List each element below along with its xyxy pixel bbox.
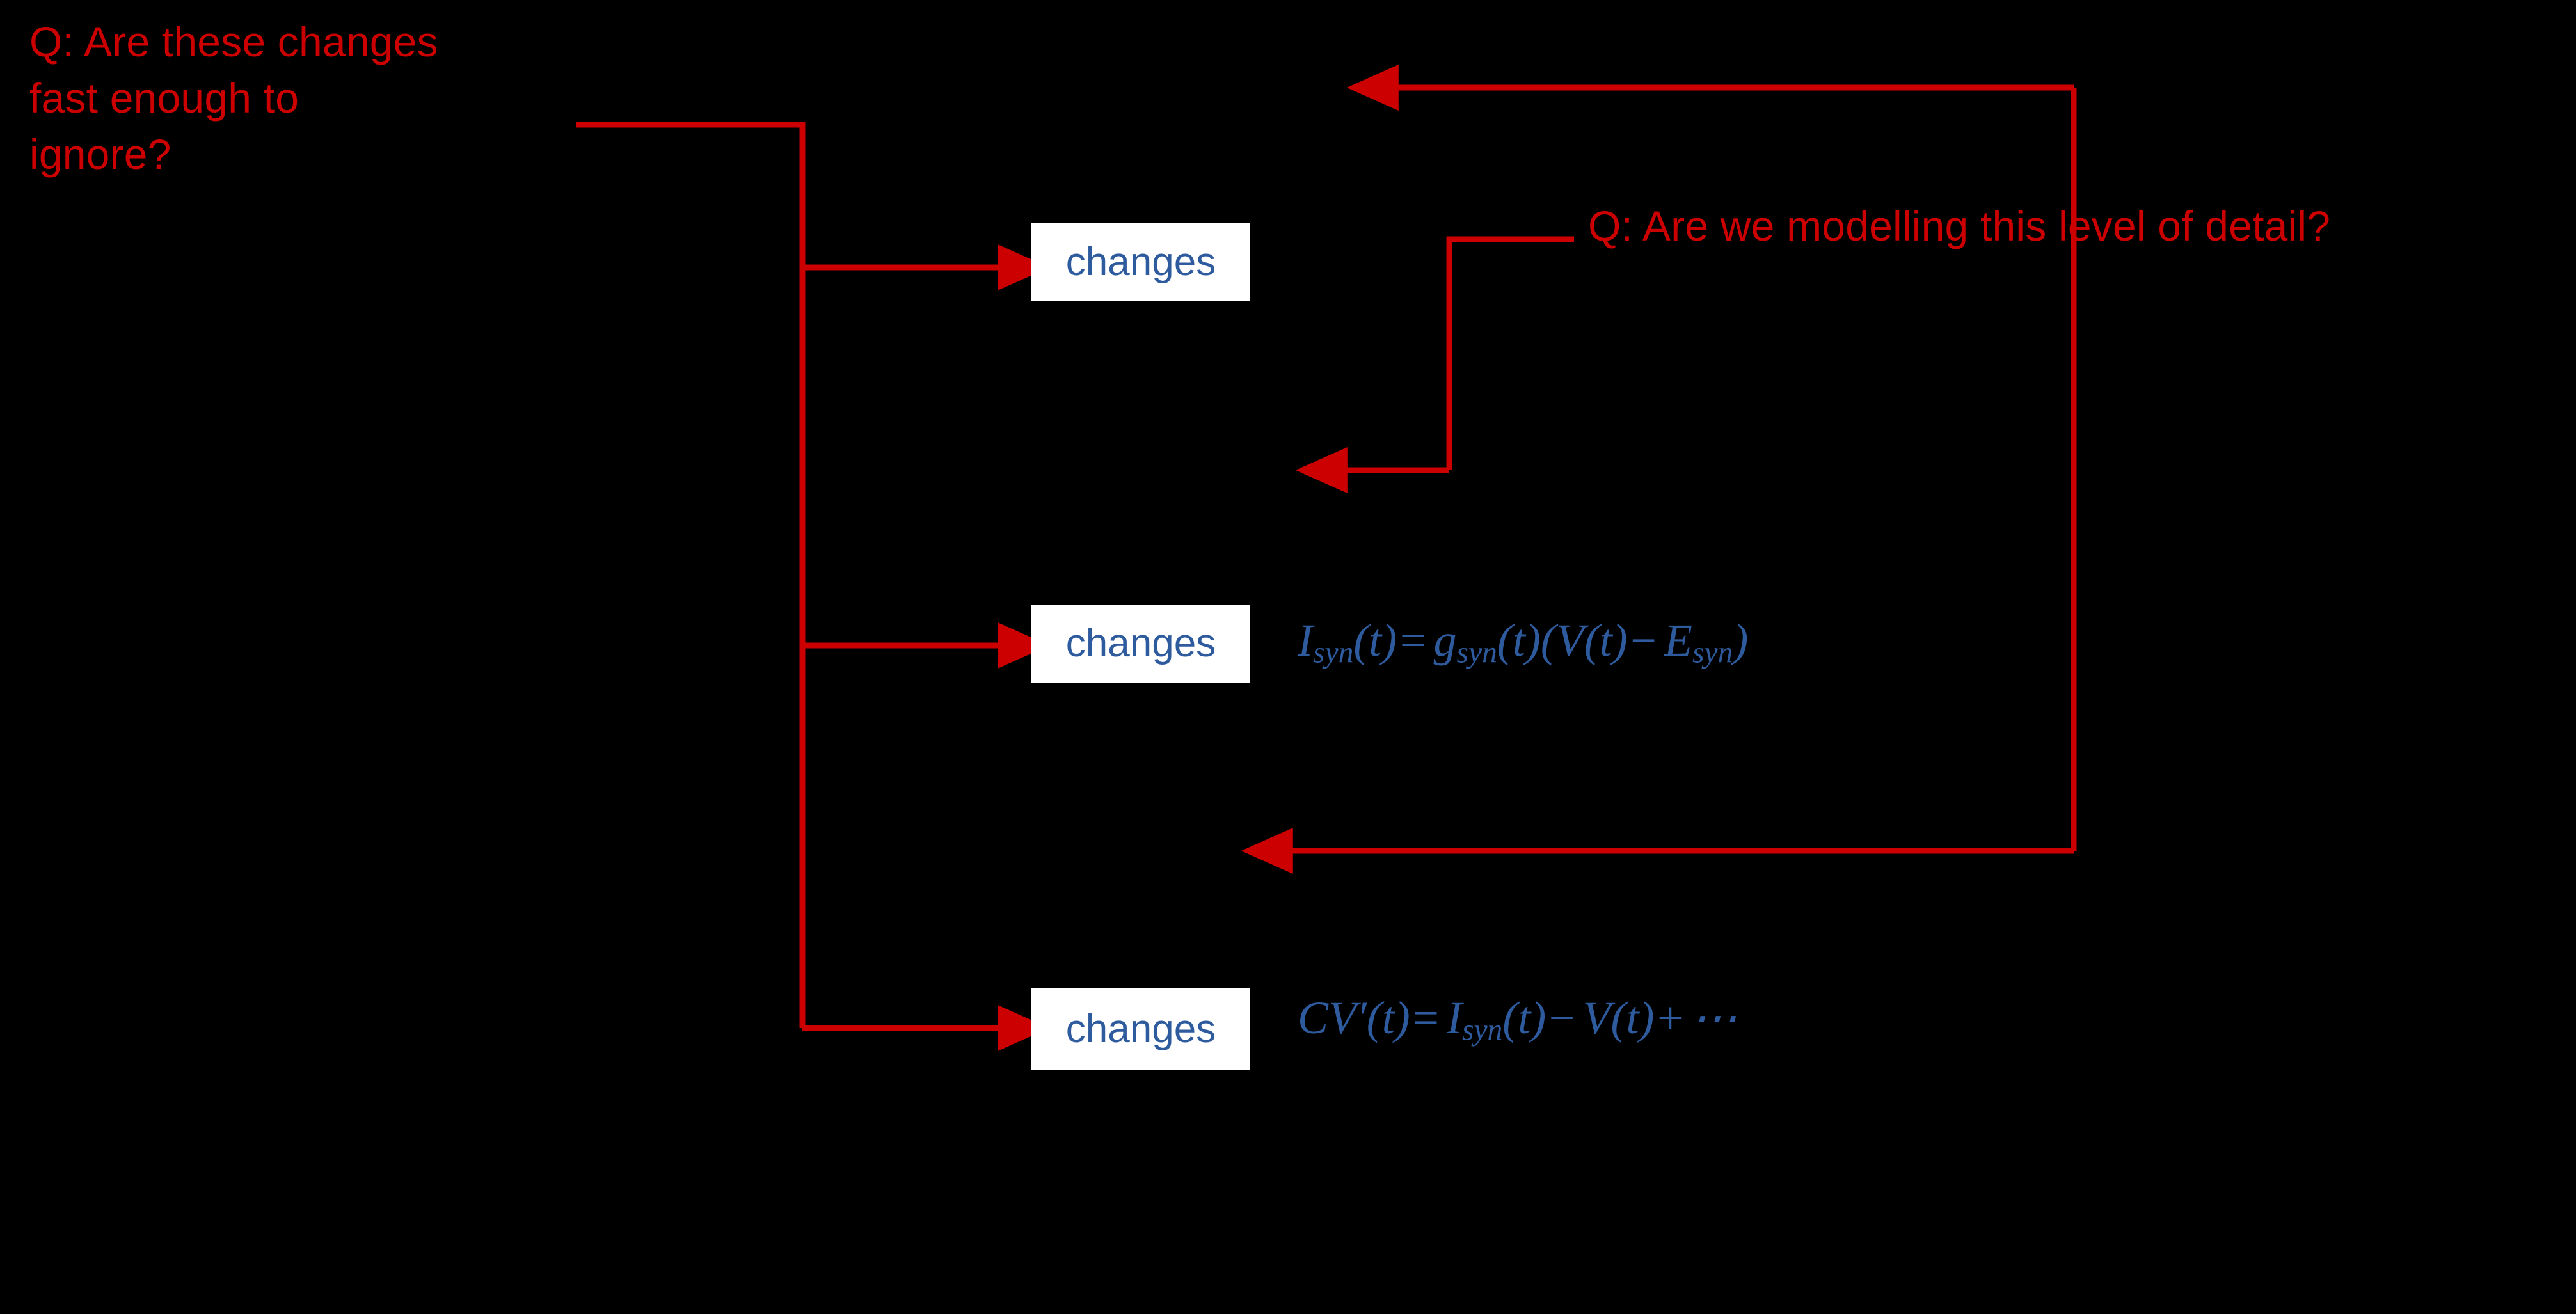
eq2-v-prime: V′ xyxy=(1328,992,1367,1043)
eq1-paren-open: ( xyxy=(1540,615,1556,666)
question-annotation-left: Q: Are these changes fast enough to igno… xyxy=(29,18,438,178)
changes-label-box-3: changes xyxy=(1031,988,1250,1070)
eq2-i-arg: (t) xyxy=(1502,992,1546,1043)
slide-canvas: Q: Are these changes fast enough to igno… xyxy=(0,0,2576,1314)
connector-right-question-to-synapse xyxy=(1295,236,1574,493)
changes-label-text: changes xyxy=(1065,621,1216,665)
connector-left-question-trunk xyxy=(576,122,806,1028)
eq1-minus: − xyxy=(1627,615,1665,666)
question-annotation-right: Q: Are we modelling this level of detail… xyxy=(1588,202,2331,249)
changes-label-box-1: changes xyxy=(1031,223,1250,301)
changes-label-text: changes xyxy=(1065,1007,1216,1051)
eq2-arg: (t) xyxy=(1366,992,1410,1043)
eq1-lhs-sub: syn xyxy=(1312,636,1354,670)
eq1-v: V xyxy=(1555,615,1584,666)
eq2-ellipsis: ⋯ xyxy=(1690,992,1737,1043)
eq2-c: C xyxy=(1298,992,1329,1043)
equation-synaptic-current: Isyn(t)=gsyn(t)(V(t)−Esyn) xyxy=(1298,617,1754,669)
eq1-rhs-sub: syn xyxy=(1456,636,1497,670)
changes-label-text: changes xyxy=(1065,240,1216,284)
eq2-plus: + xyxy=(1654,992,1691,1043)
eq2-v-arg: (t) xyxy=(1610,992,1655,1043)
connector-layer xyxy=(576,65,2077,1051)
eq1-lhs-arg: (t) xyxy=(1353,615,1397,666)
eq1-v-arg: (t) xyxy=(1584,615,1628,666)
changes-label-box-2: changes xyxy=(1031,605,1250,683)
eq1-rhs-arg: (t) xyxy=(1497,615,1541,666)
eq1-e: E xyxy=(1664,615,1692,666)
eq1-rhs-var: g xyxy=(1433,615,1457,666)
eq1-equals: = xyxy=(1397,615,1434,666)
eq2-v: V xyxy=(1582,992,1611,1043)
eq2-minus: − xyxy=(1546,992,1583,1043)
eq2-i: I xyxy=(1446,992,1462,1043)
eq1-e-sub: syn xyxy=(1692,636,1733,670)
equation-membrane-potential: CV′(t)=Isyn(t)−V(t)+⋯ xyxy=(1298,995,1737,1046)
eq2-equals: = xyxy=(1410,992,1447,1043)
eq1-paren-close: ) xyxy=(1733,615,1754,666)
eq2-i-sub: syn xyxy=(1461,1013,1503,1047)
eq1-lhs-var: I xyxy=(1298,615,1313,666)
